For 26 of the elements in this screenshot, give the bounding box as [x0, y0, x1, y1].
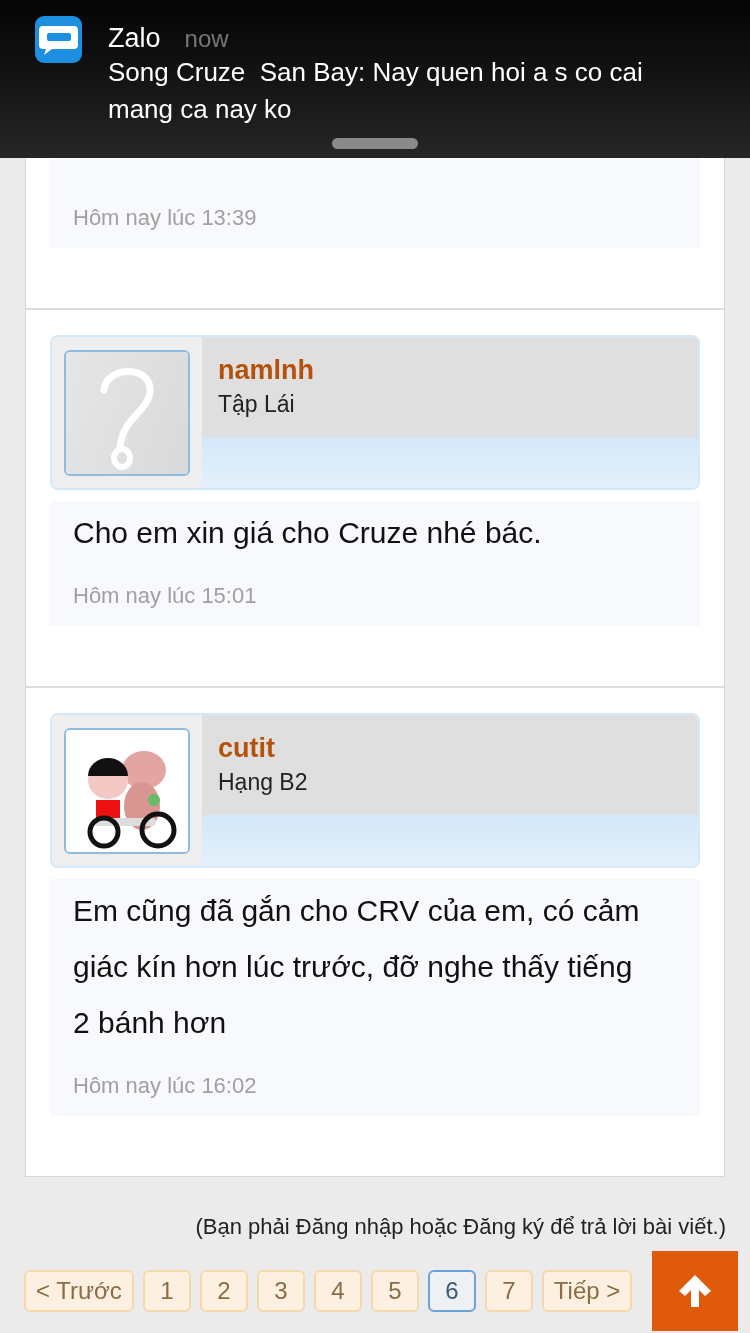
post-message: Em cũng đã gắn cho CRV của em, có cảm giác kín hơn lúc trước, đỡ nghe thấy tiếng 2 bánh hơn: [73, 893, 641, 1041]
previous-page-button[interactable]: < Trước: [24, 1270, 134, 1312]
notification-time: now: [184, 24, 229, 54]
post-timestamp: Hôm nay lúc 15:01: [73, 582, 258, 610]
username[interactable]: namlnh: [218, 352, 698, 388]
page-button[interactable]: 5: [370, 1270, 419, 1312]
page-button[interactable]: 2: [199, 1270, 248, 1312]
post-timestamp: Hôm nay lúc 16:02: [73, 1072, 258, 1100]
username[interactable]: cutit: [218, 730, 698, 766]
page-button[interactable]: 4: [313, 1270, 362, 1312]
notification-message: Song Cruze San Bay: Nay quen hoi a s co cai mang ca nay ko: [108, 56, 644, 126]
post-timestamp: Hôm nay lúc 13:39: [73, 204, 258, 232]
post-message: Cho em xin giá cho Cruze nhé bác.: [73, 515, 543, 551]
user-rank: Hạng B2: [218, 768, 309, 797]
scroll-to-top-button[interactable]: [652, 1251, 738, 1331]
app-icon: [35, 16, 82, 63]
question-mark-icon: [66, 351, 188, 474]
page-button[interactable]: 7: [484, 1270, 533, 1312]
user-rank: Tập Lái: [218, 390, 296, 419]
reply-notice: (Bạn phải Đăng nhập hoặc Đăng ký để trả lời bài viết.): [194, 1213, 727, 1241]
page-button[interactable]: 1: [142, 1270, 191, 1312]
drag-handle[interactable]: [332, 138, 418, 149]
app-name: Zalo: [108, 22, 161, 55]
next-page-button[interactable]: Tiếp >: [541, 1270, 633, 1312]
page-button[interactable]: 3: [256, 1270, 305, 1312]
page-button[interactable]: 6: [427, 1270, 476, 1312]
